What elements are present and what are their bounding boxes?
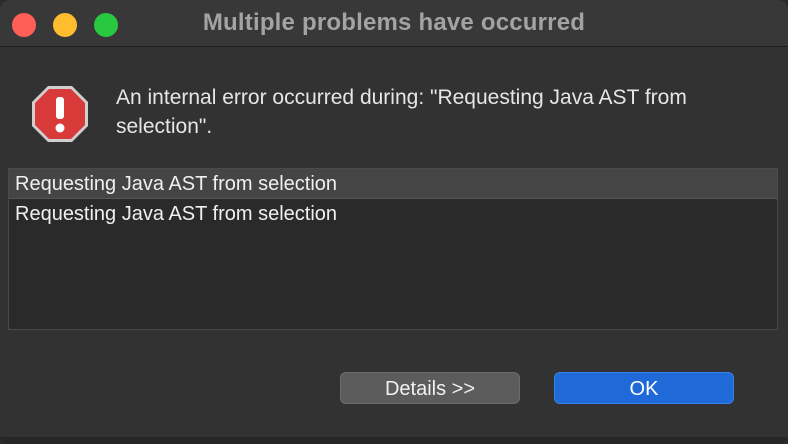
problems-list[interactable]: Requesting Java AST from selection Reque… (8, 168, 778, 330)
error-icon (32, 86, 88, 142)
list-item[interactable]: Requesting Java AST from selection (9, 169, 777, 199)
window-bottom-edge (0, 437, 788, 444)
list-item[interactable]: Requesting Java AST from selection (9, 199, 777, 229)
dialog-window: Multiple problems have occurred An inter… (0, 0, 788, 444)
ok-button[interactable]: OK (554, 372, 734, 404)
window-title: Multiple problems have occurred (202, 9, 586, 36)
error-message: An internal error occurred during: "Requ… (116, 86, 687, 138)
details-button[interactable]: Details >> (340, 372, 520, 404)
title-bar: Multiple problems have occurred (0, 0, 788, 47)
